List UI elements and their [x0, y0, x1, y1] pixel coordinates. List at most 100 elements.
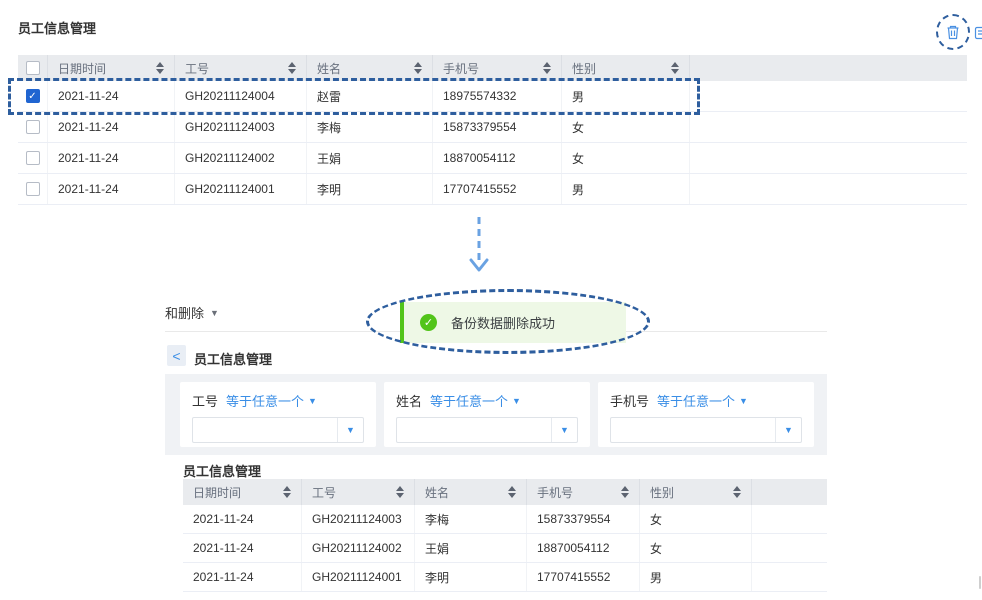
panel-title: 员工信息管理 [194, 349, 272, 368]
cell-name: 李明 [307, 174, 433, 204]
table-row[interactable]: 2021-11-24 GH20211124002 王娟 18870054112 … [183, 534, 827, 563]
cell-employee-id: GH20211124001 [175, 174, 307, 204]
cell-name: 赵雷 [307, 81, 433, 111]
sort-icon[interactable] [414, 62, 422, 74]
back-button[interactable]: < [167, 345, 186, 366]
filter-card-phone: 手机号 等于任意一个 ▼ ▼ [598, 382, 814, 447]
sort-icon[interactable] [733, 486, 741, 498]
row-checkbox[interactable] [26, 182, 40, 196]
filter-label: 工号 [192, 391, 218, 410]
cell-gender: 女 [640, 534, 752, 562]
row-checkbox[interactable]: ✓ [26, 89, 40, 103]
table-row[interactable]: 2021-11-24 GH20211124003 李梅 15873379554 … [183, 505, 827, 534]
row-checkbox[interactable] [26, 120, 40, 134]
cell-employee-id: GH20211124004 [175, 81, 307, 111]
column-header-name[interactable]: 姓名 [415, 479, 527, 505]
cell-employee-id: GH20211124002 [175, 143, 307, 173]
chevron-down-icon: ▼ [512, 396, 521, 406]
select-arrow-button[interactable]: ▼ [775, 418, 801, 442]
row-checkbox[interactable] [26, 151, 40, 165]
chevron-down-icon: ▼ [784, 425, 793, 435]
column-header-date[interactable]: 日期时间 [183, 479, 302, 505]
chevron-down-icon: ▼ [346, 425, 355, 435]
delete-mode-dropdown[interactable]: 和删除 ▼ [165, 303, 219, 322]
column-header-gender[interactable]: 性别 [562, 55, 690, 81]
filter-card-employee-id: 工号 等于任意一个 ▼ ▼ [180, 382, 376, 447]
cell-date: 2021-11-24 [183, 563, 302, 591]
cell-gender: 男 [562, 81, 690, 111]
table-row[interactable]: 2021-11-24 GH20211124001 李明 17707415552 … [183, 563, 827, 592]
cell-name: 李梅 [415, 505, 527, 533]
sort-icon[interactable] [621, 486, 629, 498]
cell-phone: 18870054112 [527, 534, 640, 562]
cell-phone: 18870054112 [433, 143, 562, 173]
bottom-table-title: 员工信息管理 [183, 461, 261, 480]
dropdown-label: 和删除 [165, 303, 204, 322]
column-header-name[interactable]: 姓名 [307, 55, 433, 81]
cell-name: 李梅 [307, 112, 433, 142]
select-all-checkbox[interactable] [26, 61, 40, 75]
cell-employee-id: GH20211124003 [175, 112, 307, 142]
filter-value-select[interactable]: ▼ [396, 417, 578, 443]
cell-gender: 男 [640, 563, 752, 591]
table-row[interactable]: 2021-11-24 GH20211124002 王娟 18870054112 … [18, 143, 967, 174]
table-row[interactable]: 2021-11-24 GH20211124001 李明 17707415552 … [18, 174, 967, 205]
column-header-phone[interactable]: 手机号 [433, 55, 562, 81]
cell-phone: 18975574332 [433, 81, 562, 111]
cell-date: 2021-11-24 [48, 112, 175, 142]
filter-operator-dropdown[interactable]: 等于任意一个 ▼ [657, 391, 748, 410]
scrollbar-fragment [979, 576, 981, 589]
column-header-gender[interactable]: 性别 [640, 479, 752, 505]
filter-card-name: 姓名 等于任意一个 ▼ ▼ [384, 382, 590, 447]
cell-phone: 15873379554 [433, 112, 562, 142]
sort-icon[interactable] [396, 486, 404, 498]
bottom-table-header-row: 日期时间 工号 姓名 手机号 性别 [183, 479, 827, 505]
filter-operator-dropdown[interactable]: 等于任意一个 ▼ [430, 391, 521, 410]
chevron-down-icon: ▼ [739, 396, 748, 406]
chevron-down-icon: ▼ [308, 396, 317, 406]
cell-date: 2021-11-24 [183, 534, 302, 562]
export-icon[interactable] [974, 25, 982, 41]
delete-button[interactable] [945, 24, 961, 40]
table-row[interactable]: ✓ 2021-11-24 GH20211124004 赵雷 1897557433… [18, 81, 967, 112]
filter-operator-dropdown[interactable]: 等于任意一个 ▼ [226, 391, 317, 410]
sort-icon[interactable] [288, 62, 296, 74]
filter-label: 姓名 [396, 391, 422, 410]
success-check-icon: ✓ [420, 314, 437, 331]
cell-date: 2021-11-24 [48, 81, 175, 111]
filter-value-select[interactable]: ▼ [192, 417, 364, 443]
page-title: 员工信息管理 [18, 18, 96, 37]
column-header-employee-id[interactable]: 工号 [302, 479, 415, 505]
cell-gender: 女 [640, 505, 752, 533]
cell-employee-id: GH20211124002 [302, 534, 415, 562]
sort-icon[interactable] [508, 486, 516, 498]
sort-icon[interactable] [671, 62, 679, 74]
select-arrow-button[interactable]: ▼ [551, 418, 577, 442]
chevron-down-icon: ▼ [210, 308, 219, 318]
cell-date: 2021-11-24 [183, 505, 302, 533]
top-table-header-row: 日期时间 工号 姓名 手机号 性别 [18, 55, 967, 81]
select-arrow-button[interactable]: ▼ [337, 418, 363, 442]
employee-table-bottom: 日期时间 工号 姓名 手机号 性别 2021-11-24 GH202111240… [183, 479, 827, 592]
chevron-down-icon: ▼ [560, 425, 569, 435]
cell-gender: 男 [562, 174, 690, 204]
column-header-phone[interactable]: 手机号 [527, 479, 640, 505]
cell-name: 王娟 [307, 143, 433, 173]
cell-date: 2021-11-24 [48, 174, 175, 204]
column-header-employee-id[interactable]: 工号 [175, 55, 307, 81]
table-row[interactable]: 2021-11-24 GH20211124003 李梅 15873379554 … [18, 112, 967, 143]
column-header-filler [690, 55, 967, 81]
cell-gender: 女 [562, 143, 690, 173]
flow-arrow-icon [468, 216, 490, 283]
cell-employee-id: GH20211124003 [302, 505, 415, 533]
sort-icon[interactable] [156, 62, 164, 74]
sort-icon[interactable] [283, 486, 291, 498]
column-header-filler [752, 479, 827, 505]
filter-value-select[interactable]: ▼ [610, 417, 802, 443]
filter-bar: 工号 等于任意一个 ▼ ▼ 姓名 等于任意一个 ▼ ▼ [165, 374, 827, 455]
sort-icon[interactable] [543, 62, 551, 74]
cell-name: 王娟 [415, 534, 527, 562]
chevron-left-icon: < [172, 348, 180, 364]
cell-phone: 15873379554 [527, 505, 640, 533]
column-header-date[interactable]: 日期时间 [48, 55, 175, 81]
